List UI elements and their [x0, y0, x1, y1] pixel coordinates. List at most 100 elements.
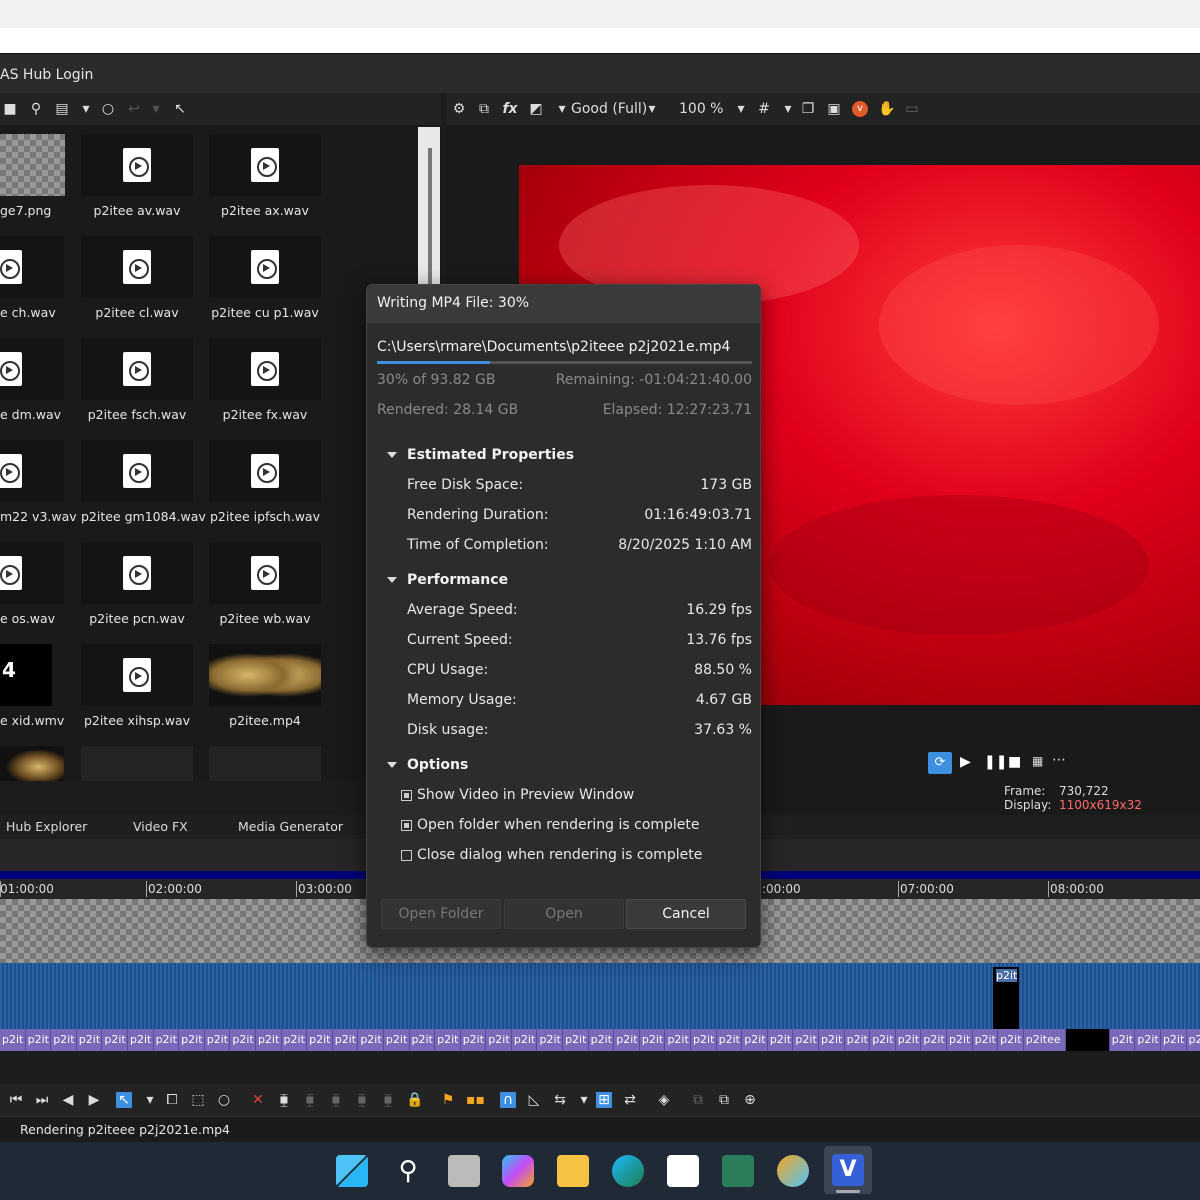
timeline-event[interactable]: p2it — [717, 1029, 743, 1051]
loop-icon[interactable]: ⟳ — [928, 752, 952, 774]
zoom-chevron-icon[interactable]: ▾ — [733, 101, 749, 117]
timeline-event[interactable]: p2it — [1110, 1029, 1136, 1051]
media-thumb[interactable] — [81, 338, 193, 400]
timeline-event[interactable]: p2it — [230, 1029, 256, 1051]
edit-tool-icon[interactable]: ↖ — [116, 1092, 132, 1108]
grid-icon[interactable]: # — [756, 101, 772, 117]
media-thumb[interactable] — [81, 746, 193, 781]
timeline-event[interactable]: p2it — [333, 1029, 359, 1051]
timeline-event[interactable]: p2it — [435, 1029, 461, 1051]
media-thumb[interactable] — [209, 746, 321, 781]
timeline-event[interactable]: p2it — [640, 1029, 666, 1051]
timeline-event[interactable]: p2it — [537, 1029, 564, 1051]
timeline-event[interactable]: p2it — [870, 1029, 896, 1051]
event-track[interactable]: p2it p2it p2it p2it p2it p2it p2it p2it p2it p2it… — [0, 1029, 1200, 1051]
media-thumb[interactable] — [81, 644, 193, 706]
close-dialog-checkbox[interactable] — [401, 850, 412, 861]
group-icon[interactable]: ⧉ — [690, 1092, 706, 1108]
media-thumb[interactable] — [0, 542, 64, 604]
media-thumb[interactable] — [209, 542, 321, 604]
timeline-event[interactable]: p2it — [947, 1029, 973, 1051]
zoom-select[interactable]: 100 % — [679, 101, 723, 117]
go-to-start-icon[interactable]: ⏮ — [8, 1092, 24, 1108]
copy-frame-icon[interactable]: ❐ — [800, 101, 816, 117]
ripple-dropdown-icon[interactable]: ▾ — [576, 1092, 592, 1108]
timeline-event[interactable]: p2it — [589, 1029, 615, 1051]
capture-icon[interactable]: ▦ — [1032, 754, 1043, 768]
windows-start-icon[interactable] — [336, 1155, 368, 1187]
store-icon[interactable] — [667, 1155, 699, 1187]
go-to-end-icon[interactable]: ⏭ — [34, 1092, 50, 1108]
audio-track[interactable]: p2it — [0, 963, 1200, 1029]
view-icon[interactable]: ■ — [2, 101, 18, 117]
timeline-event[interactable]: p2it — [51, 1029, 77, 1051]
timeline-event[interactable]: p2it — [691, 1029, 717, 1051]
ripple-edit-icon[interactable]: ⇆ — [552, 1092, 568, 1108]
more-icon[interactable]: ⋯ — [1052, 752, 1066, 768]
selection-tool-icon[interactable]: ⬚ — [190, 1092, 206, 1108]
timeline-event[interactable]: p2it — [845, 1029, 871, 1051]
media-thumb[interactable] — [0, 746, 64, 781]
timeline-event[interactable]: p2it — [307, 1029, 333, 1051]
file-explorer-icon[interactable] — [557, 1155, 589, 1187]
trim-start-icon[interactable]: ⧯ — [302, 1092, 318, 1108]
timeline-event[interactable]: p2it — [486, 1029, 512, 1051]
media-thumb[interactable] — [209, 134, 321, 196]
open-folder-button[interactable]: Open Folder — [381, 899, 501, 929]
quality-select[interactable]: Good (Full) — [571, 101, 647, 117]
vegas-app-taskbar[interactable]: V — [824, 1146, 872, 1194]
tab-video-fx[interactable]: Video FX — [133, 819, 188, 834]
tab-hub-explorer[interactable]: Hub Explorer — [6, 819, 87, 834]
timeline-event[interactable]: p2it — [563, 1029, 589, 1051]
timeline-event[interactable]: p2it — [358, 1029, 384, 1051]
media-thumb[interactable]: 4 — [0, 644, 52, 706]
timeline-event[interactable]: p2it — [282, 1029, 308, 1051]
option-close-dialog[interactable]: Close dialog when rendering is complete — [401, 847, 702, 863]
copy-icon[interactable]: ⧉ — [476, 101, 492, 117]
quality-chevron-icon[interactable]: ▾ — [644, 101, 660, 117]
cancel-button[interactable]: Cancel — [626, 899, 746, 929]
media-thumb[interactable] — [81, 542, 193, 604]
media-thumb[interactable] — [0, 338, 64, 400]
timeline-event[interactable]: p2it — [410, 1029, 436, 1051]
media-thumb[interactable] — [209, 440, 321, 502]
media-thumb[interactable] — [209, 338, 321, 400]
fx-icon[interactable]: fx — [502, 101, 518, 117]
edit-tool-dropdown-icon[interactable]: ▾ — [142, 1092, 158, 1108]
trim-icon[interactable]: ⧯ — [276, 1092, 292, 1108]
option-open-folder[interactable]: Open folder when rendering is complete — [401, 817, 700, 833]
ripple-icon[interactable]: ⧯ — [380, 1092, 396, 1108]
properties-icon[interactable]: ⚲ — [28, 101, 44, 117]
pause-icon[interactable]: ❚❚ — [984, 754, 1007, 770]
prev-frame-icon[interactable]: ◀ — [60, 1092, 76, 1108]
color-icon[interactable]: ◈ — [656, 1092, 672, 1108]
timeline-event[interactable]: p2it — [77, 1029, 103, 1051]
trim-end-icon[interactable]: ⧯ — [328, 1092, 344, 1108]
timeline-event[interactable]: p2it — [512, 1029, 538, 1051]
region-icon[interactable]: ▪▪ — [466, 1092, 485, 1108]
timeline-event[interactable]: p2it — [1161, 1029, 1187, 1051]
snapping-icon[interactable]: ∩ — [500, 1092, 516, 1108]
timeline-event[interactable]: p2it — [179, 1029, 205, 1051]
split-icon[interactable]: ◩ — [528, 101, 544, 117]
options-header[interactable]: Options — [387, 757, 468, 773]
timeline-event[interactable]: p2it — [665, 1029, 692, 1051]
zoom-tool-icon[interactable]: ○ — [216, 1092, 232, 1108]
timeline-event[interactable] — [1065, 1029, 1110, 1051]
timeline-event[interactable]: p2it — [461, 1029, 487, 1051]
ignore-grouping-icon[interactable]: ⇄ — [622, 1092, 638, 1108]
play-icon[interactable]: ▶ — [960, 754, 971, 770]
auto-crossfade-icon[interactable]: ◺ — [526, 1092, 542, 1108]
gear-icon[interactable]: ⚙ — [451, 101, 467, 117]
timeline-event[interactable]: p2it — [102, 1029, 128, 1051]
vegas-icon[interactable]: v — [852, 101, 868, 117]
timeline-event[interactable]: p2it — [819, 1029, 845, 1051]
timeline-event[interactable]: p2itee — [1024, 1029, 1066, 1051]
timeline-event[interactable]: p2it — [768, 1029, 794, 1051]
timeline-event[interactable]: p2it — [1187, 1029, 1200, 1051]
hand-icon[interactable]: ✋ — [878, 101, 895, 117]
timeline-event[interactable]: p2it — [973, 1029, 999, 1051]
timeline-event[interactable]: p2it — [256, 1029, 282, 1051]
save-snapshot-icon[interactable]: ▣ — [826, 101, 842, 117]
show-video-checkbox[interactable] — [401, 790, 412, 801]
